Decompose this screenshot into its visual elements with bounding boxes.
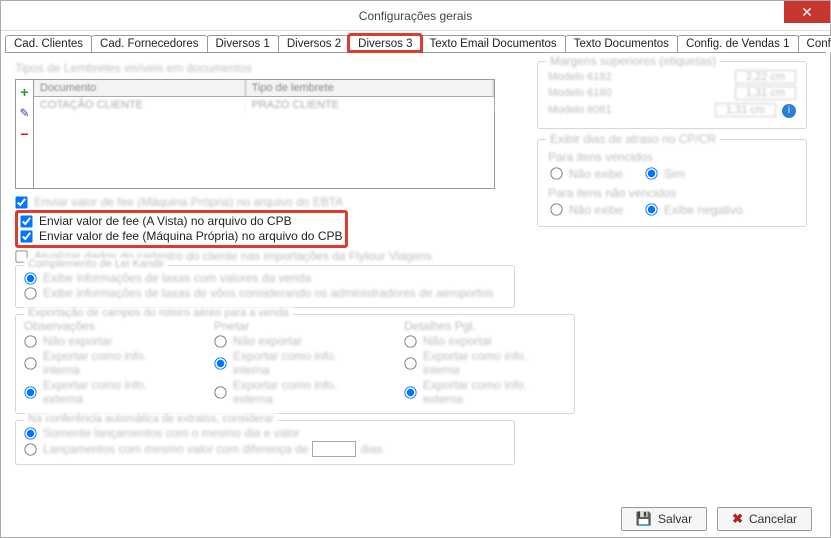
export-title: Exportação de campos do roteiro aéreo pa… — [24, 307, 293, 319]
save-label: Salvar — [658, 512, 692, 526]
lei-kandir-group: Complemento de Lei Kandir Exibe informaç… — [15, 265, 515, 308]
at2-opt0-radio[interactable] — [550, 203, 562, 215]
lk-opt1-radio[interactable] — [24, 272, 36, 284]
tab-diversos-2[interactable]: Diversos 2 — [278, 35, 350, 52]
save-button[interactable]: 💾 Salvar — [621, 507, 707, 531]
cancel-button[interactable]: ✖ Cancelar — [717, 507, 812, 531]
save-icon: 💾 — [636, 511, 652, 527]
margens-group: Margens superiores (etiquetas) Modelo 61… — [537, 61, 807, 129]
margens-title: Margens superiores (etiquetas) — [546, 54, 720, 68]
margem-value-0[interactable]: 2,22 cm — [735, 70, 796, 84]
export-col-detalhes-header: Detalhes Pgt. — [404, 319, 566, 333]
title-bar: Configurações gerais ✕ — [1, 1, 830, 31]
ec0-opt2-radio[interactable] — [24, 386, 36, 398]
ec2-opt0-radio[interactable] — [404, 335, 416, 347]
conf-opt2-label-pre: Lançamentos com mesmo valor com diferenç… — [43, 442, 308, 456]
ec2-opt2-radio[interactable] — [404, 386, 416, 398]
info-icon[interactable]: i — [782, 104, 796, 118]
ec1-opt1-radio[interactable] — [214, 357, 226, 369]
tab-diversos-1[interactable]: Diversos 1 — [207, 35, 279, 52]
fee-ebta-label: Enviar valor de fee (Máquina Própria) no… — [34, 195, 343, 209]
conferencia-title: Na conferência automática de extratos, c… — [24, 413, 278, 425]
conf-opt1-radio[interactable] — [24, 427, 36, 439]
margem-value-1[interactable]: 1,31 cm — [735, 86, 796, 100]
tab-config-vendas-2[interactable]: Config. de Vendas 2 — [798, 35, 831, 52]
fee-avista-cpb-line[interactable]: Enviar valor de fee (A Vista) no arquivo… — [20, 214, 343, 228]
atraso-group: Exibir dias de atraso no CP/CR Para iten… — [537, 139, 807, 227]
close-icon: ✕ — [801, 5, 813, 19]
conf-opt2-radio[interactable] — [24, 443, 36, 455]
ec1-opt2-radio[interactable] — [214, 386, 226, 398]
lk-opt2-label: Exibe informações de taxas de vôos consi… — [43, 286, 493, 300]
atraso-title: Exibir dias de atraso no CP/CR — [546, 132, 720, 146]
tab-cad-clientes[interactable]: Cad. Clientes — [5, 35, 92, 52]
export-col-observacoes-header: Observações — [24, 319, 186, 333]
atraso-sub1: Para itens vencidos — [548, 150, 796, 164]
window-close-button[interactable]: ✕ — [784, 1, 830, 23]
lembretes-table: + ✎ − Documento Tipo de lembrete COTAÇÃO… — [15, 79, 495, 189]
tab-strip: Cad. Clientes Cad. Fornecedores Diversos… — [1, 31, 830, 52]
fee-maquina-cpb-label: Enviar valor de fee (Máquina Própria) no… — [39, 229, 343, 243]
fee-avista-cpb-label: Enviar valor de fee (A Vista) no arquivo… — [39, 214, 292, 228]
at1-opt1-radio[interactable] — [645, 167, 657, 179]
cancel-label: Cancelar — [749, 512, 797, 526]
footer-buttons: 💾 Salvar ✖ Cancelar — [621, 507, 812, 531]
ec2-opt1-radio[interactable] — [404, 357, 416, 369]
col-documento-header: Documento — [34, 80, 246, 96]
add-row-icon[interactable]: + — [20, 84, 28, 100]
fee-maquina-cpb-checkbox[interactable] — [20, 230, 32, 242]
atraso-sub2: Para itens não vencidos — [548, 186, 796, 200]
cell-documento: COTAÇÃO CLIENTE — [34, 97, 246, 113]
fee-maquina-cpb-line[interactable]: Enviar valor de fee (Máquina Própria) no… — [20, 229, 343, 243]
conf-days-input[interactable] — [312, 441, 356, 457]
at2-opt1-radio[interactable] — [645, 203, 657, 215]
lk-opt2-radio[interactable] — [24, 287, 36, 299]
tab-texto-email-documentos[interactable]: Texto Email Documentos — [420, 35, 565, 52]
conf-opt2-label-post: dias — [360, 442, 382, 456]
margem-label-0: Modelo 6182 — [548, 71, 612, 83]
table-row[interactable]: COTAÇÃO CLIENTE PRAZO CLIENTE — [34, 97, 494, 113]
conf-opt1-label: Somente lançamentos com o mesmo dia e va… — [43, 426, 300, 440]
lei-kandir-title: Complemento de Lei Kandir — [24, 258, 168, 270]
margem-value-2[interactable]: 1,31 cm — [715, 103, 776, 117]
at1-opt0-radio[interactable] — [550, 167, 562, 179]
tab-diversos-3[interactable]: Diversos 3 — [349, 35, 421, 52]
highlighted-fee-options: Enviar valor de fee (A Vista) no arquivo… — [15, 210, 348, 248]
conferencia-group: Na conferência automática de extratos, c… — [15, 420, 515, 465]
margem-label-2: Modelo 6081 — [548, 104, 612, 116]
export-col-detalhes-pgt: Detalhes Pgt. Não exportar Exportar como… — [404, 319, 566, 407]
fee-ebta-checkbox[interactable] — [15, 196, 27, 208]
tab-config-vendas-1[interactable]: Config. de Vendas 1 — [677, 35, 799, 52]
tab-cad-fornecedores[interactable]: Cad. Fornecedores — [91, 35, 207, 52]
col-tipo-lembrete-header: Tipo de lembrete — [246, 80, 494, 96]
export-col-pnetar: Pnetar Não exportar Exportar como info. … — [214, 319, 376, 407]
ec0-opt1-radio[interactable] — [24, 357, 36, 369]
export-group: Exportação de campos do roteiro aéreo pa… — [15, 314, 575, 414]
margem-label-1: Modelo 6180 — [548, 87, 612, 99]
ec1-opt0-radio[interactable] — [214, 335, 226, 347]
tab-texto-documentos[interactable]: Texto Documentos — [565, 35, 678, 52]
edit-row-icon[interactable]: ✎ — [19, 106, 29, 120]
window-title: Configurações gerais — [359, 9, 472, 23]
delete-row-icon[interactable]: − — [20, 126, 28, 142]
export-col-observacoes: Observações Não exportar Exportar como i… — [24, 319, 186, 407]
export-col-pnetar-header: Pnetar — [214, 319, 376, 333]
cancel-icon: ✖ — [732, 511, 743, 527]
fee-avista-cpb-checkbox[interactable] — [20, 215, 32, 227]
ec0-opt0-radio[interactable] — [24, 335, 36, 347]
lk-opt1-label: Exibe informações de taxas com valores d… — [43, 271, 311, 285]
cell-tipo-lembrete: PRAZO CLIENTE — [246, 97, 494, 113]
